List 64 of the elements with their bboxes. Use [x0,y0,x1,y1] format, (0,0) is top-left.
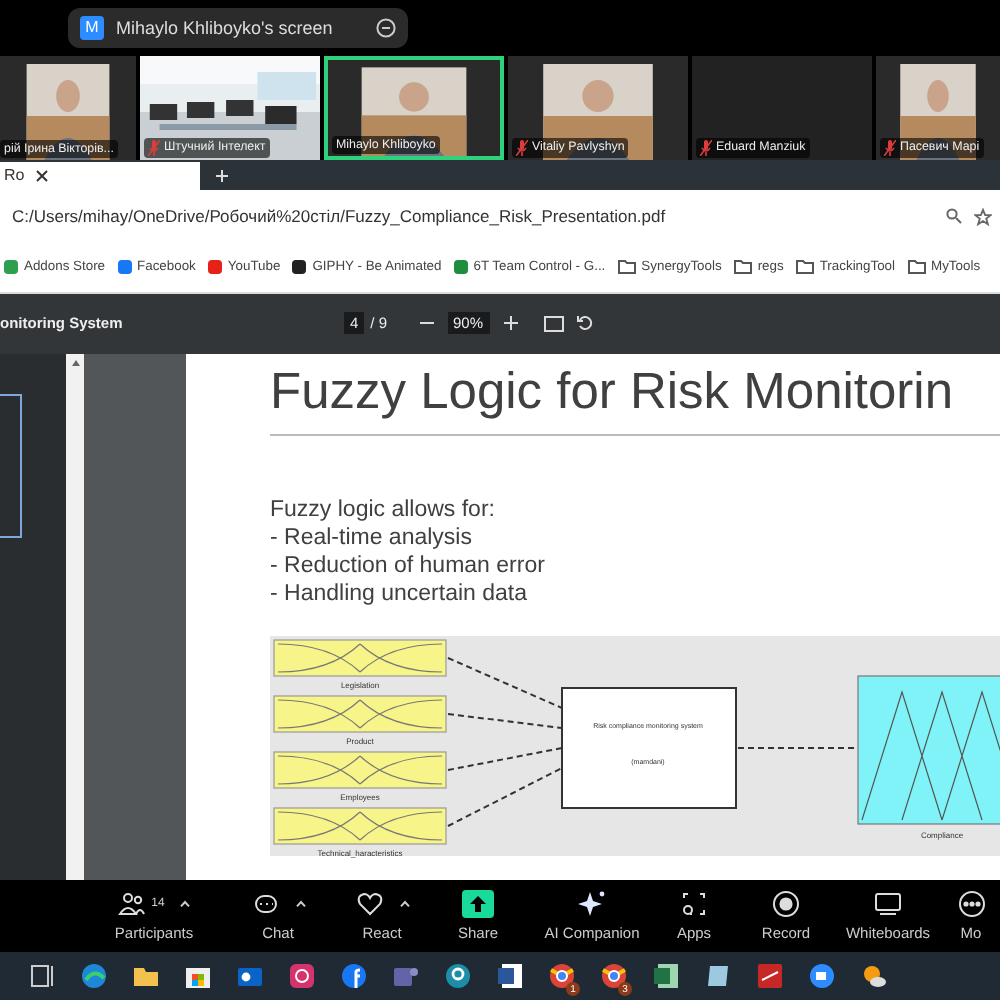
shared-screen-label[interactable]: M Mihaylo Khliboyko's screen [68,7,408,48]
site-icon [117,260,132,275]
apps-icon [680,890,708,919]
browser-icon[interactable] [548,962,576,990]
bullet-item: - Reduction of human error [270,551,547,580]
search-icon[interactable] [946,208,962,225]
folder-icon [795,260,814,275]
user-badge: M [80,15,104,40]
mail-icon[interactable] [236,962,264,990]
connector-line [447,712,563,729]
new-tab-icon[interactable] [216,169,228,182]
site-icon [4,260,18,275]
pdf-icon[interactable] [756,962,784,990]
bullet-item: - Real-time analysis [270,523,474,552]
spreadsheet-icon[interactable] [652,962,680,990]
connector-line [737,746,857,749]
people-icon [117,890,146,919]
sparkle-icon [578,890,606,919]
browser-tab[interactable]: Ro [0,161,200,190]
site-icon [292,260,307,275]
connector-line [447,656,563,709]
scroll-up-icon[interactable] [71,359,79,366]
muted-mic-icon [700,139,712,156]
app-icon[interactable] [704,962,732,990]
browser-icon[interactable] [80,962,108,990]
screen-title: Mihaylo Khliboyko's screen [116,17,335,38]
caret-icon[interactable] [295,900,305,909]
heart-icon [355,890,383,919]
task-view-icon[interactable] [28,962,56,990]
camera-icon[interactable] [288,962,316,990]
site-icon [207,260,222,275]
record-icon [772,890,800,919]
whiteboard-icon [874,890,902,919]
muted-mic-icon [884,139,896,156]
bullet-item: - Handling uncertain data [270,579,529,608]
site-icon [453,260,468,275]
folder-icon[interactable] [132,962,160,990]
slide-title: Fuzzy Logic for Risk Monitorin [270,361,956,424]
store-icon[interactable] [184,962,212,990]
page-thumbnail[interactable] [0,393,22,538]
caret-icon[interactable] [180,900,191,909]
caret-icon[interactable] [399,900,409,909]
muted-mic-icon [516,139,528,156]
more-icon [957,890,985,919]
folder-icon [907,260,926,275]
video-app-icon[interactable] [808,962,836,990]
chat-icon [251,890,279,919]
folder-icon [733,260,752,275]
muted-mic-icon [148,139,160,156]
fit-page-icon[interactable] [543,315,564,332]
share-icon [462,890,494,919]
social-icon[interactable] [340,962,368,990]
folder-icon [617,260,636,275]
more-icon[interactable] [376,17,396,38]
document-icon[interactable] [496,962,524,990]
browser-icon[interactable] [600,962,628,990]
close-icon[interactable] [36,169,49,182]
circle-app-icon[interactable] [444,962,472,990]
weather-icon[interactable] [860,962,888,990]
slide-text: Fuzzy logic allows for: [270,495,497,524]
rotate-icon[interactable] [575,314,594,333]
zoom-in-icon[interactable] [503,316,518,331]
team-icon[interactable] [392,962,420,990]
star-icon[interactable] [974,207,992,226]
